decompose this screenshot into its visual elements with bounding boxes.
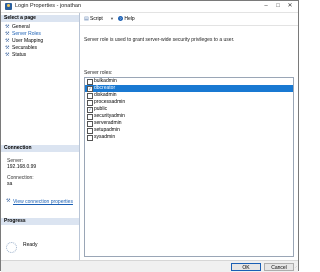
- progress-spinner-icon: [6, 242, 17, 253]
- toolbar: ▤Script ▼ ? Help: [80, 13, 298, 26]
- wrench-icon: ⚒: [5, 31, 10, 37]
- role-row-diskadmin[interactable]: diskadmin: [85, 92, 293, 99]
- sidebar-item-user-mapping[interactable]: ⚒ User Mapping: [5, 38, 77, 45]
- connection-header: Connection: [1, 145, 79, 152]
- role-row-public[interactable]: ✓ public: [85, 106, 293, 113]
- sidebar-item-securables[interactable]: ⚒ Securables: [5, 45, 77, 52]
- wrench-icon: ⚒: [5, 38, 10, 44]
- role-name: processadmin: [94, 99, 126, 105]
- wrench-icon: ⚒: [5, 45, 10, 51]
- progress-header: Progress: [1, 218, 79, 225]
- server-roles-list[interactable]: bulkadmin ✓ dbcreator diskadmin processa…: [84, 77, 294, 257]
- role-name: setupadmin: [94, 127, 120, 133]
- sidebar-item-label: General: [12, 24, 30, 30]
- script-button[interactable]: ▤Script: [84, 15, 103, 23]
- view-connection-properties-link[interactable]: View connection properties: [13, 199, 73, 205]
- login-properties-window: Login Properties - jonathan – □ ✕ Select…: [0, 0, 299, 272]
- progress-status: Ready: [23, 242, 38, 248]
- help-button[interactable]: ? Help: [118, 15, 135, 23]
- properties-icon: ⚒: [6, 198, 11, 204]
- role-name: sysadmin: [94, 134, 116, 140]
- sidebar-item-label: Securables: [12, 45, 38, 51]
- role-row-securityadmin[interactable]: securityadmin: [85, 113, 293, 120]
- chevron-down-icon[interactable]: ▼: [110, 15, 114, 23]
- close-icon[interactable]: ✕: [285, 2, 295, 10]
- sidebar-item-label: User Mapping: [12, 38, 44, 44]
- app-icon: [5, 3, 12, 10]
- role-name: diskadmin: [94, 92, 117, 98]
- role-row-bulkadmin[interactable]: bulkadmin: [85, 78, 293, 85]
- sidebar-item-status[interactable]: ⚒ Status: [5, 52, 77, 59]
- sidebar-item-label: Server Roles: [12, 31, 41, 37]
- role-row-setupadmin[interactable]: setupadmin: [85, 127, 293, 134]
- role-checkbox[interactable]: [87, 135, 93, 141]
- role-name: dbcreator: [94, 85, 116, 91]
- connection-value: sa: [7, 181, 13, 187]
- resize-grip-icon[interactable]: ⋰: [293, 266, 297, 270]
- sidebar-item-general[interactable]: ⚒ General: [5, 24, 77, 31]
- script-label: Script: [90, 16, 103, 22]
- role-name: bulkadmin: [94, 78, 117, 84]
- help-icon: ?: [118, 16, 123, 22]
- wrench-icon: ⚒: [5, 24, 10, 30]
- role-name: serveradmin: [94, 120, 122, 126]
- sidebar: Select a page ⚒ General ⚒ Server Roles ⚒…: [1, 13, 80, 260]
- server-role-description: Server role is used to grant server-wide…: [84, 37, 235, 43]
- wrench-icon: ⚒: [5, 52, 10, 58]
- help-label: Help: [124, 16, 135, 22]
- title-bar: Login Properties - jonathan – □ ✕: [1, 1, 298, 13]
- main-content: ▤Script ▼ ? Help Server role is used to …: [80, 13, 298, 260]
- maximize-icon[interactable]: □: [273, 2, 283, 10]
- ok-button[interactable]: OK: [231, 263, 261, 271]
- role-row-processadmin[interactable]: processadmin: [85, 99, 293, 106]
- role-name: public: [94, 106, 108, 112]
- window-title: Login Properties - jonathan: [15, 3, 82, 9]
- sidebar-item-label: Status: [12, 52, 27, 58]
- minimize-icon[interactable]: –: [261, 2, 271, 10]
- cancel-button[interactable]: Cancel: [264, 263, 294, 271]
- server-value: 192.168.0.99: [7, 164, 37, 170]
- role-row-dbcreator[interactable]: ✓ dbcreator: [85, 85, 293, 92]
- dialog-footer: OK Cancel: [1, 260, 298, 272]
- server-roles-label: Server roles:: [84, 70, 113, 76]
- role-row-sysadmin[interactable]: sysadmin: [85, 134, 293, 141]
- select-page-header: Select a page: [1, 15, 79, 22]
- sidebar-item-server-roles[interactable]: ⚒ Server Roles: [5, 31, 77, 38]
- role-name: securityadmin: [94, 113, 125, 119]
- role-row-serveradmin[interactable]: serveradmin: [85, 120, 293, 127]
